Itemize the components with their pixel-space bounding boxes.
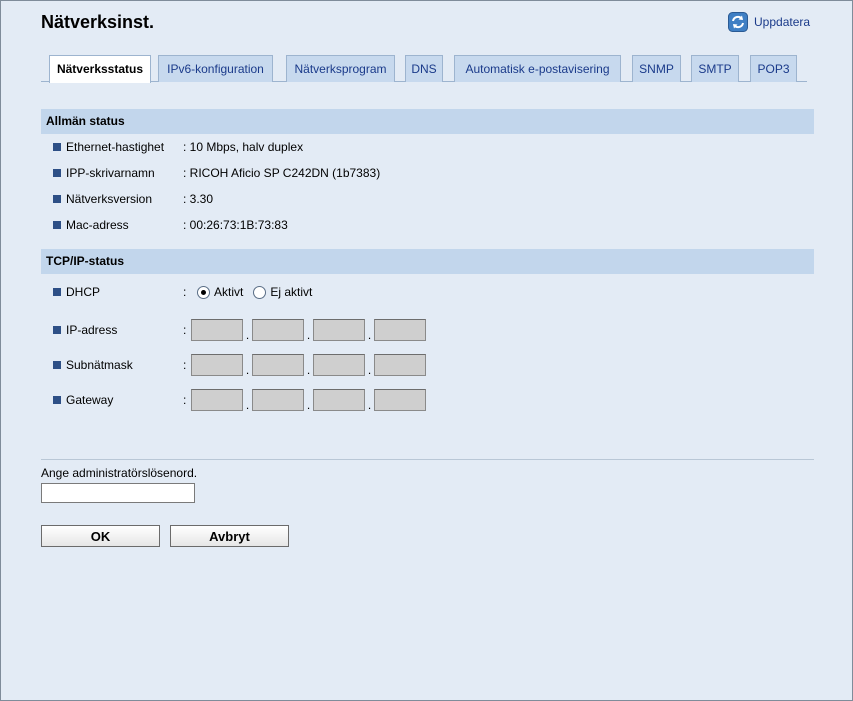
ip-address-label: IP-adress [66,323,118,337]
section-header-general-status: Allmän status [41,109,814,134]
gateway-octet-3[interactable] [313,389,365,411]
tab-natverksstatus[interactable]: Nätverksstatus [49,55,151,83]
ok-button[interactable]: OK [41,525,160,547]
status-row-ethernet-speed: Ethernet-hastighet : 10 Mbps, halv duple… [53,139,303,155]
cancel-button[interactable]: Avbryt [170,525,289,547]
section-header-tcpip-status: TCP/IP-status [41,249,814,274]
subnet-mask-octet-4[interactable] [374,354,426,376]
dhcp-option-label: Aktivt [214,285,244,299]
gateway-fields: . . . [191,389,426,411]
status-label: Ethernet-hastighet [66,140,165,154]
page-title: Nätverksinst. [41,12,155,32]
subnet-mask-label: Subnätmask [66,358,133,372]
gateway-octet-4[interactable] [374,389,426,411]
status-label: Mac-adress [66,218,129,232]
dhcp-radio-aktivt[interactable] [197,285,210,299]
dhcp-option-label: Ej aktivt [270,285,313,299]
tab-smtp[interactable]: SMTP [691,55,739,82]
tab-bar: Nätverksstatus IPv6-konfiguration Nätver… [41,55,807,83]
tab-dns[interactable]: DNS [405,55,443,82]
bullet-icon [53,143,61,151]
refresh-icon [728,12,748,32]
status-label: IPP-skrivarnamn [66,166,155,180]
refresh-label: Uppdatera [754,15,811,29]
subnet-mask-octet-3[interactable] [313,354,365,376]
bullet-icon [53,396,61,404]
bullet-icon [53,326,61,334]
tab-natverksprogram[interactable]: Nätverksprogram [286,55,395,82]
gateway-octet-2[interactable] [252,389,304,411]
status-value: : RICOH Aficio SP C242DN (1b7383) [183,166,381,180]
bullet-icon [53,169,61,177]
ip-address-octet-2[interactable] [252,319,304,341]
tab-automatisk-e-postavisering[interactable]: Automatisk e-postavisering [454,55,621,82]
ip-address-row: IP-adress : . . . [53,319,426,341]
gateway-row: Gateway : . . . [53,389,426,411]
admin-password-input[interactable] [41,483,195,503]
subnet-mask-octet-1[interactable] [191,354,243,376]
bullet-icon [53,288,61,296]
gateway-label: Gateway [66,393,114,407]
admin-password-label: Ange administratörslösenord. [41,466,198,480]
ip-address-octet-4[interactable] [374,319,426,341]
status-value: : 3.30 [183,192,214,206]
dhcp-radio-ej-aktivt[interactable] [253,285,267,299]
status-row-ipp-printer-name: IPP-skrivarnamn : RICOH Aficio SP C242DN… [53,165,380,181]
status-label: Nätverksversion [66,192,153,206]
status-value: : 10 Mbps, halv duplex [183,140,304,154]
ip-address-fields: . . . [191,319,426,341]
divider [41,459,814,460]
ip-address-octet-1[interactable] [191,319,243,341]
status-row-mac-address: Mac-adress : 00:26:73:1B:73:83 [53,217,288,233]
tab-snmp[interactable]: SNMP [632,55,681,82]
ip-address-octet-3[interactable] [313,319,365,341]
refresh-button[interactable]: Uppdatera [728,12,810,32]
subnet-mask-row: Subnätmask : . . . [53,354,426,376]
dhcp-row: DHCP : Aktivt Ej aktivt [53,284,312,300]
status-row-network-version: Nätverksversion : 3.30 [53,191,213,207]
bullet-icon [53,361,61,369]
dhcp-label: DHCP [66,285,101,299]
subnet-mask-octet-2[interactable] [252,354,304,376]
bullet-icon [53,221,61,229]
page-frame: Nätverksinst. Uppdatera Nätverksstatus I… [0,0,853,701]
tab-pop3[interactable]: POP3 [750,55,797,82]
subnet-mask-fields: . . . [191,354,426,376]
gateway-octet-1[interactable] [191,389,243,411]
tab-ipv6-konfiguration[interactable]: IPv6-konfiguration [158,55,273,82]
bullet-icon [53,195,61,203]
status-value: : 00:26:73:1B:73:83 [183,218,288,232]
dhcp-radio-group: Aktivt Ej aktivt [191,285,312,299]
